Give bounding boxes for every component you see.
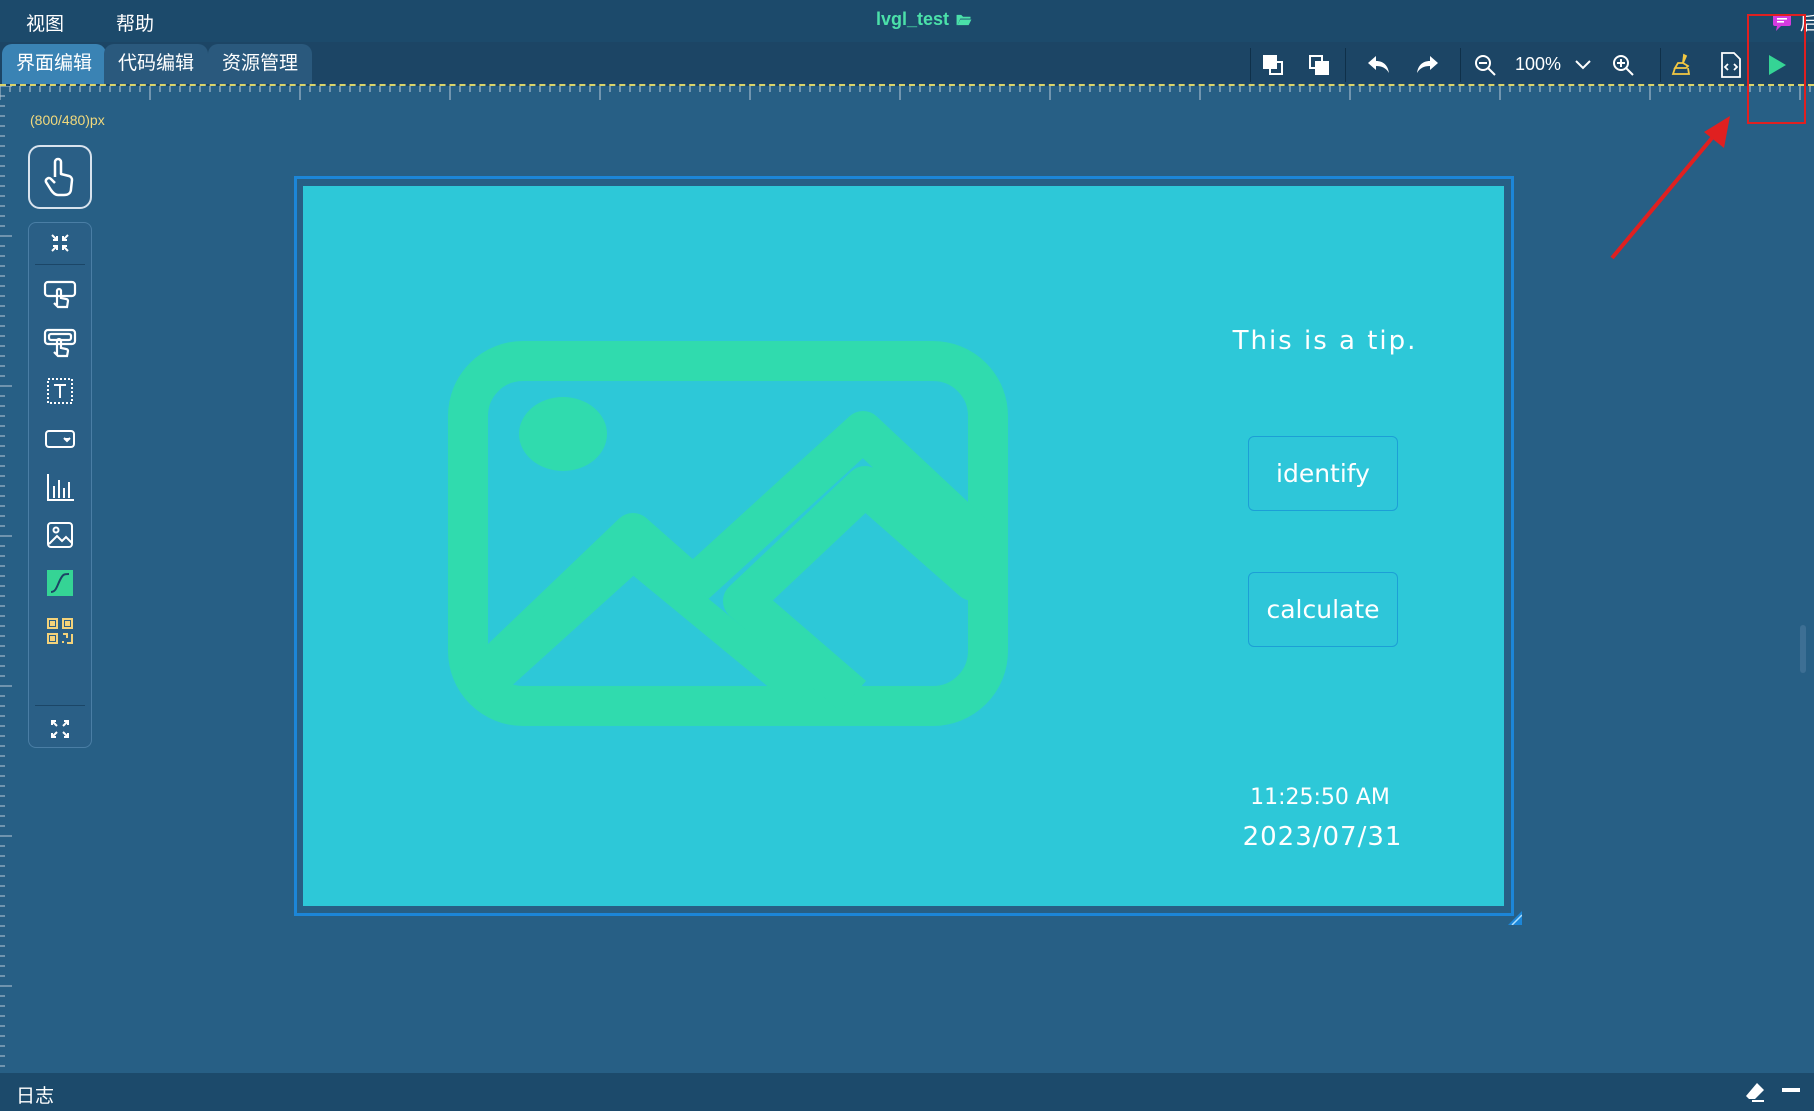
canvas-size-label: (800/480)px xyxy=(30,112,105,128)
toolbar-separator xyxy=(1345,48,1346,82)
tab-code-editor[interactable]: 代码编辑 xyxy=(104,44,209,84)
palette-separator xyxy=(35,264,85,265)
horizontal-ruler xyxy=(0,86,1811,100)
bring-forward-icon[interactable] xyxy=(1258,50,1288,80)
pointer-icon xyxy=(44,157,74,197)
collapse-icon[interactable] xyxy=(29,223,91,263)
date-label: 2023/07/31 xyxy=(1242,822,1403,852)
identify-button[interactable]: identify xyxy=(1248,436,1398,511)
tab-resource-manager[interactable]: 资源管理 xyxy=(208,44,313,84)
send-backward-icon[interactable] xyxy=(1304,50,1334,80)
clean-icon[interactable] xyxy=(1668,50,1698,80)
image-widget-icon[interactable] xyxy=(29,510,91,560)
qrcode-widget-icon[interactable] xyxy=(29,606,91,656)
chart-widget-icon[interactable] xyxy=(29,462,91,512)
project-title: lvgl_test xyxy=(876,9,973,30)
button-widget-icon[interactable] xyxy=(29,318,91,368)
project-name: lvgl_test xyxy=(876,9,950,29)
slider-widget-icon[interactable] xyxy=(29,558,91,608)
minimize-icon[interactable] xyxy=(1782,1087,1800,1093)
export-code-icon[interactable] xyxy=(1716,50,1746,80)
zoom-out-icon[interactable] xyxy=(1470,50,1500,80)
toolbar: 界面编辑 代码编辑 资源管理 100% xyxy=(0,42,1814,86)
log-panel-bar: 日志 xyxy=(0,1073,1814,1111)
vertical-ruler xyxy=(0,86,12,1067)
annotation-highlight-box xyxy=(1747,14,1806,124)
zoom-level: 100% xyxy=(1515,54,1562,74)
palette-separator xyxy=(35,705,85,706)
resize-handle-icon[interactable] xyxy=(1508,911,1522,925)
time-label: 11:25:50 AM xyxy=(1250,785,1390,810)
widget-palette xyxy=(28,222,92,748)
chevron-down-icon[interactable] xyxy=(1568,50,1598,80)
menu-bar: 视图 帮助 lvgl_test 后 xyxy=(0,0,1814,42)
expand-icon[interactable] xyxy=(29,709,91,749)
eraser-icon[interactable] xyxy=(1744,1081,1766,1103)
container-icon[interactable] xyxy=(29,270,91,320)
tab-ui-editor[interactable]: 界面编辑 xyxy=(2,44,107,84)
annotation-arrow-icon xyxy=(1610,116,1730,260)
zoom-in-icon[interactable] xyxy=(1608,50,1638,80)
redo-icon[interactable] xyxy=(1412,50,1442,80)
dropdown-widget-icon[interactable] xyxy=(29,414,91,464)
pointer-tool-button[interactable] xyxy=(28,145,92,209)
toolbar-separator xyxy=(1250,48,1251,82)
label-widget-icon[interactable] xyxy=(29,366,91,416)
menu-view[interactable]: 视图 xyxy=(26,9,64,36)
toolbar-separator xyxy=(1460,48,1461,82)
calculate-button[interactable]: calculate xyxy=(1248,572,1398,647)
log-label: 日志 xyxy=(16,1086,55,1107)
vertical-scrollbar[interactable] xyxy=(1800,625,1806,673)
toolbar-separator xyxy=(1660,48,1661,82)
tip-label: This is a tip. xyxy=(1232,326,1418,356)
folder-open-icon xyxy=(956,14,972,26)
undo-icon[interactable] xyxy=(1364,50,1394,80)
menu-help[interactable]: 帮助 xyxy=(116,9,154,36)
